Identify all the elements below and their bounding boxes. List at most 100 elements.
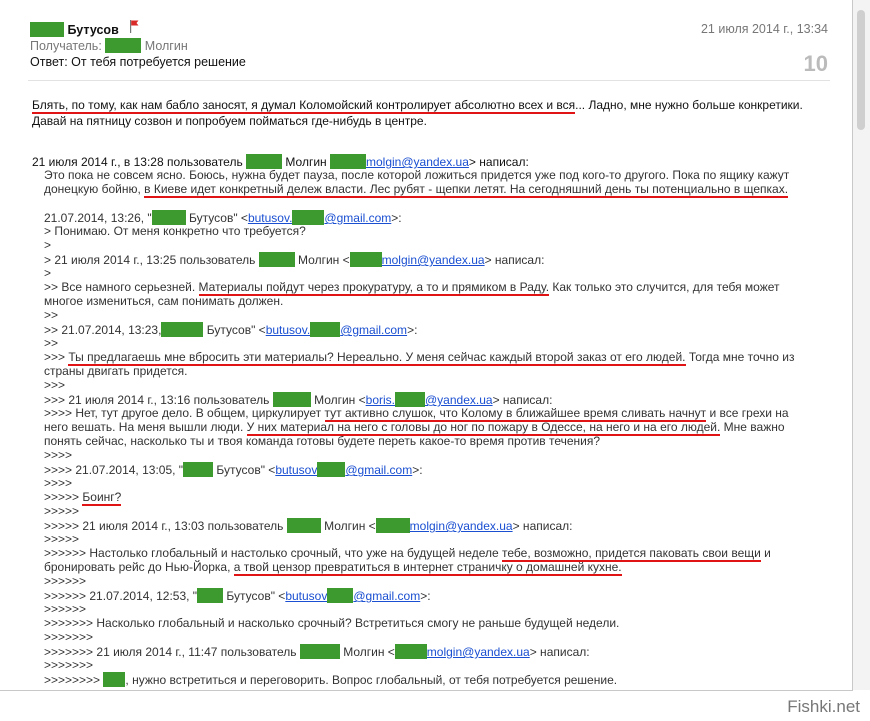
email-link[interactable]: molgin@yandex.ua xyxy=(410,519,513,533)
email-link[interactable]: butusov. xyxy=(266,323,310,337)
attribution-line: 21.07.2014, 13:26, " Бутусов" <butusov. @… xyxy=(44,210,402,225)
redaction-mask xyxy=(103,672,126,687)
sender-name[interactable]: Бутусов xyxy=(67,23,118,37)
attribution-text: Бутусов" < xyxy=(206,323,266,337)
underlined-text: а твой цензор превратиться в интернет ст… xyxy=(233,560,622,576)
email-link[interactable]: boris. xyxy=(366,393,395,407)
quote-line: >>> xyxy=(44,378,66,392)
quote-text: >>> xyxy=(44,350,66,364)
quote-line: > Понимаю. От меня конкретно что требует… xyxy=(44,224,306,238)
attribution-line: 21 июля 2014 г., в 13:28 пользователь Мо… xyxy=(32,154,529,169)
attribution-line: >>>>> 21 июля 2014 г., 13:03 пользовател… xyxy=(44,518,572,533)
quote-line: >>>> xyxy=(44,448,73,462)
quote-line: >>>> Нет, тут другое дело. В общем, цирк… xyxy=(44,406,789,422)
quote-text: Как только это случится, для тебя может xyxy=(552,280,780,294)
quote-line: >>>>>> xyxy=(44,574,87,588)
attribution-text: Молгин < xyxy=(298,253,350,267)
redaction-mask xyxy=(394,644,427,659)
attribution-text: >>>>>> 21.07.2014, 12:53, " xyxy=(44,589,198,603)
header-divider xyxy=(28,80,830,81)
quote-text: и все грехи на xyxy=(709,406,789,420)
quote-line: >>>>> Боинг? xyxy=(44,490,122,506)
flag-icon[interactable] xyxy=(129,20,139,33)
attribution-line: > 21 июля 2014 г., 13:25 пользователь Мо… xyxy=(44,252,544,267)
email-link[interactable]: molgin@yandex.ua xyxy=(382,253,485,267)
reply-line: Давай на пятницу созвон и попробуем пойм… xyxy=(32,114,427,128)
email-link[interactable]: @gmail.com xyxy=(324,211,391,225)
quote-line: донецкую бойню, в Киеве идет конкретный … xyxy=(44,182,789,198)
redaction-mask xyxy=(349,252,382,267)
attribution-text: Молгин < xyxy=(314,393,366,407)
email-link[interactable]: butusov xyxy=(285,589,327,603)
recipient-label: Получатель: xyxy=(30,39,102,53)
attribution-line: >>>>>>> 21 июля 2014 г., 11:47 пользоват… xyxy=(44,644,590,659)
email-link[interactable]: butusov xyxy=(275,463,317,477)
redaction-mask xyxy=(161,322,204,337)
quote-line: >>>>> xyxy=(44,532,80,546)
redaction-mask xyxy=(310,322,341,337)
scrollbar[interactable] xyxy=(853,0,870,690)
quote-text: >>>> Нет, тут другое дело. В общем, цирк… xyxy=(44,406,322,420)
reply-line: Блять, по тому, как нам бабло заносят, я… xyxy=(32,98,803,114)
attribution-text: >: xyxy=(412,463,423,477)
redaction-mask xyxy=(292,210,325,225)
underlined-text: в Киеве идет конкретный дележ власти. Ле… xyxy=(144,182,789,198)
attribution-text: >: xyxy=(420,589,431,603)
quote-line: >>> Ты предлагаешь мне вбросить эти мате… xyxy=(44,350,795,366)
subject: Ответ: От тебя потребуется решение xyxy=(30,55,246,69)
quote-text: >>>>>> Настолько глобальный и настолько … xyxy=(44,546,499,560)
quote-line: >>>> xyxy=(44,476,73,490)
scrollbar-thumb[interactable] xyxy=(857,10,865,130)
attribution-text: Молгин < xyxy=(343,645,395,659)
email-link[interactable]: @yandex.ua xyxy=(425,393,493,407)
redaction-mask xyxy=(151,210,186,225)
attribution-text: > написал: xyxy=(512,519,573,533)
redaction-mask xyxy=(183,462,214,477)
attribution-text: Молгин < xyxy=(324,519,376,533)
redaction-mask xyxy=(327,588,354,603)
email-link[interactable]: molgin@yandex.ua xyxy=(427,645,530,659)
quote-line: него вешать. На меня вышли люди. У них м… xyxy=(44,420,785,436)
email-link[interactable]: @gmail.com xyxy=(340,323,407,337)
redaction-mask xyxy=(272,392,311,407)
quote-line: >>>>>>>> , нужно встретиться и переговор… xyxy=(44,672,617,687)
underlined-text: Блять, по тому, как нам бабло заносят, я… xyxy=(32,98,576,114)
redaction-mask xyxy=(258,252,295,267)
email-link[interactable]: @gmail.com xyxy=(353,589,420,603)
quote-line: страны двигать придется. xyxy=(44,364,188,378)
redaction-mask xyxy=(197,588,224,603)
attribution-text: > написал: xyxy=(484,253,545,267)
attribution-text: > 21 июля 2014 г., 13:25 пользователь xyxy=(44,253,256,267)
email-link[interactable]: butusov. xyxy=(248,211,292,225)
attribution-text: >>>>>>> 21 июля 2014 г., 11:47 пользоват… xyxy=(44,645,297,659)
quote-line: бронировать рейс до Нью-Йорка, а твой це… xyxy=(44,560,622,576)
quote-line: >>>>>>> xyxy=(44,658,94,672)
quote-text: >>>>> xyxy=(44,490,80,504)
attribution-text: > написал: xyxy=(492,393,553,407)
attribution-text: >> 21.07.2014, 13:23, xyxy=(44,323,162,337)
attribution-text: Бутусов" < xyxy=(226,589,286,603)
attribution-text: Бутусов" < xyxy=(189,211,248,225)
message-count: 10 xyxy=(803,51,828,76)
underlined-text: Боинг? xyxy=(82,490,122,506)
attribution-text: >>>> 21.07.2014, 13:05, " xyxy=(44,463,184,477)
redaction-mask xyxy=(246,154,283,169)
quote-line: >> xyxy=(44,336,59,350)
watermark: Fishki.net xyxy=(787,697,860,716)
email-link[interactable]: molgin@yandex.ua xyxy=(366,155,469,169)
redaction-mask xyxy=(395,392,425,407)
attribution-text: >: xyxy=(407,323,418,337)
email-link[interactable]: @gmail.com xyxy=(345,463,412,477)
quote-line: многое измениться, сам понимать должен. xyxy=(44,294,284,308)
email-view: Бутусов Получатель: Молгин Ответ: От теб… xyxy=(0,0,853,691)
quote-text: >> Все намного серьезней. xyxy=(44,280,196,294)
quote-line: > xyxy=(44,266,52,280)
attribution-text: Бутусов" < xyxy=(216,463,276,477)
quote-text: него вешать. На меня вышли люди. xyxy=(44,420,244,434)
redaction-mask xyxy=(286,518,321,533)
message-date: 21 июля 2014 г., 13:34 xyxy=(700,22,828,36)
recipient-name[interactable]: Молгин xyxy=(145,39,188,53)
body-text: ... Ладно, мне нужно больше конкретики. xyxy=(575,98,803,112)
quote-line: >> xyxy=(44,308,59,322)
attribution-line: >>>> 21.07.2014, 13:05, " Бутусов" <butu… xyxy=(44,462,423,477)
